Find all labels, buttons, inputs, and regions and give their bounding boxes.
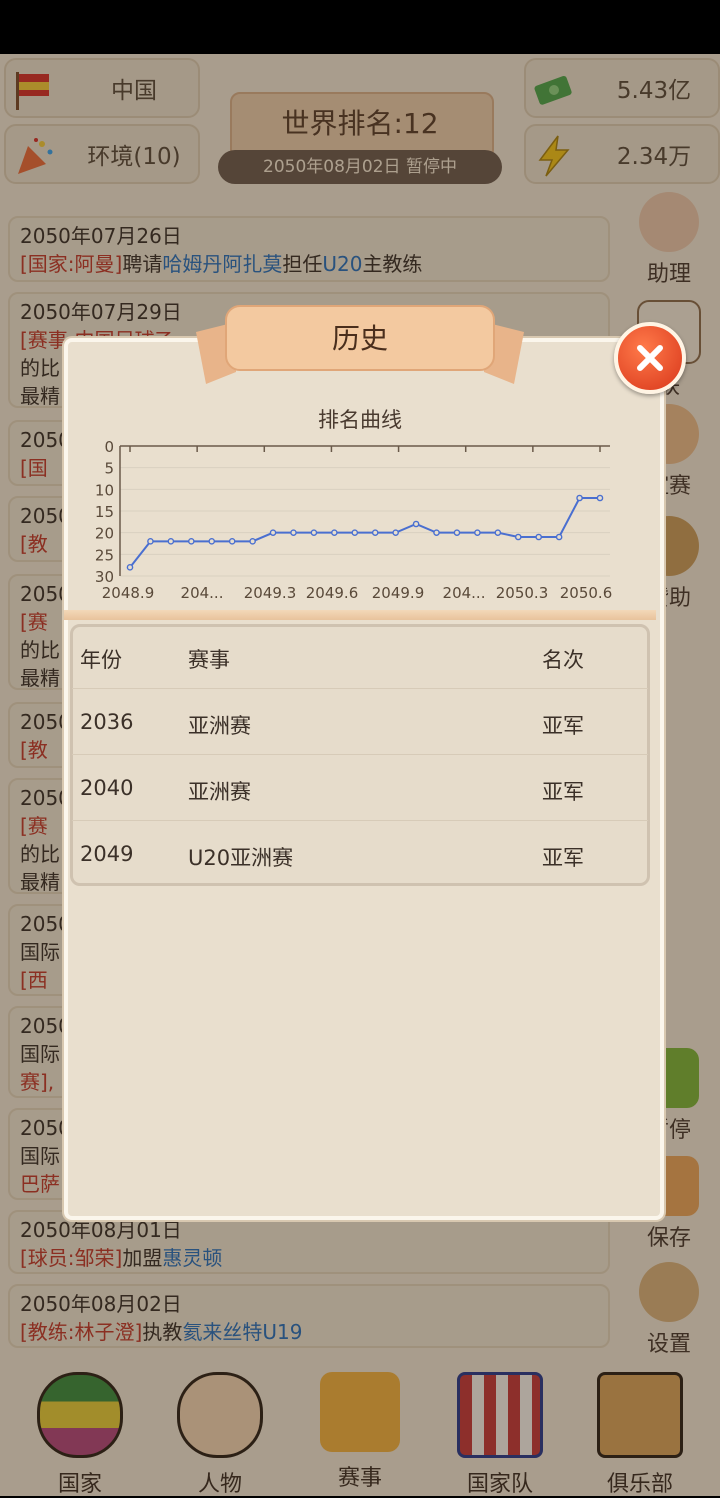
party-popper-icon bbox=[18, 138, 53, 174]
data-point bbox=[126, 564, 134, 571]
y-tick-label: 20 bbox=[95, 525, 114, 543]
y-tick-label: 0 bbox=[104, 438, 114, 456]
flag-icon bbox=[16, 72, 49, 110]
table-row-year: 2040 bbox=[80, 776, 134, 800]
row-divider bbox=[72, 754, 648, 755]
world-rank-banner: 世界排名:12 2050年08月02日 暂停中 bbox=[210, 92, 510, 188]
ranking-chart: 0510152025302048.9 204... 2049.3 2049.6 2049… bbox=[95, 438, 613, 602]
table-row-year: 2049 bbox=[80, 842, 134, 866]
chart-title: 排名曲线 bbox=[318, 408, 402, 432]
data-point bbox=[412, 520, 420, 528]
data-point bbox=[228, 538, 236, 545]
data-point bbox=[433, 529, 440, 536]
row-divider bbox=[72, 688, 648, 689]
x-tick-label: 2049.3 bbox=[244, 584, 297, 602]
header-rank: 名次 bbox=[542, 648, 584, 672]
y-tick-label: 5 bbox=[104, 460, 114, 478]
settings-button[interactable]: 设置 bbox=[626, 1262, 712, 1358]
close-modal-button[interactable] bbox=[614, 322, 686, 394]
money-value: 5.43亿 bbox=[616, 78, 692, 104]
clubhouse-icon bbox=[597, 1372, 683, 1458]
data-point bbox=[392, 529, 399, 536]
data-point bbox=[310, 529, 318, 536]
table-row-year: 2036 bbox=[80, 710, 134, 734]
jersey-icon bbox=[457, 1372, 543, 1458]
data-point bbox=[331, 529, 338, 536]
energy-value: 2.34万 bbox=[616, 144, 692, 170]
data-point bbox=[188, 538, 195, 545]
data-point bbox=[535, 533, 542, 541]
money-display[interactable]: 5.43亿 bbox=[524, 58, 720, 118]
trophy-icon bbox=[320, 1372, 400, 1452]
data-point bbox=[208, 538, 216, 545]
data-point bbox=[147, 538, 154, 545]
x-tick-label: 204... bbox=[181, 584, 224, 602]
country-label: 中国 bbox=[111, 78, 157, 104]
data-point bbox=[555, 533, 563, 541]
gear-icon bbox=[639, 1262, 699, 1322]
y-tick-label: 25 bbox=[95, 546, 114, 564]
x-tick-label: 2048.9 bbox=[102, 584, 155, 602]
data-point bbox=[494, 529, 502, 536]
news-item: 2050年08月02日 [教练:林子澄]执教氦来丝特U19 bbox=[8, 1284, 610, 1348]
money-icon bbox=[534, 75, 572, 105]
nav-people[interactable]: 人物 bbox=[160, 1372, 280, 1498]
environment-button[interactable]: 环境(10) bbox=[4, 124, 200, 184]
x-tick-label: 2049.9 bbox=[372, 584, 425, 602]
y-tick-label: 15 bbox=[95, 503, 114, 521]
modal-divider bbox=[64, 610, 656, 620]
history-title: 历史 bbox=[332, 322, 388, 355]
table-row-event: 亚洲赛 bbox=[188, 714, 251, 738]
nav-events[interactable]: 赛事 bbox=[300, 1372, 420, 1492]
history-title-ribbon: 历史 bbox=[196, 305, 524, 384]
person-icon bbox=[177, 1372, 263, 1458]
country-button[interactable]: 中国 bbox=[4, 58, 200, 118]
lightning-icon bbox=[538, 135, 570, 177]
data-point bbox=[167, 538, 175, 545]
news-item: 2050年07月26日 [国家:阿曼]聘请哈姆丹阿扎莫担任U20主教练 bbox=[8, 216, 610, 282]
nav-country[interactable]: 国家 bbox=[20, 1372, 140, 1498]
data-point bbox=[249, 538, 256, 545]
header-year: 年份 bbox=[80, 648, 122, 672]
data-point bbox=[290, 529, 297, 536]
data-point bbox=[576, 494, 583, 502]
data-point bbox=[596, 494, 604, 502]
assistant-avatar-icon bbox=[639, 192, 699, 252]
header-event: 赛事 bbox=[188, 648, 230, 672]
x-tick-label: 204... bbox=[443, 584, 486, 602]
world-rank-label: 世界排名:12 bbox=[281, 107, 439, 140]
data-point bbox=[514, 533, 522, 541]
game-date-status: 2050年08月02日 暂停中 bbox=[218, 150, 502, 184]
x-tick-label: 2050.6 bbox=[560, 584, 613, 602]
data-point bbox=[351, 529, 359, 536]
country-flag-icon bbox=[37, 1372, 123, 1458]
data-point bbox=[474, 529, 481, 536]
row-divider bbox=[72, 820, 648, 821]
table-row-event: U20亚洲赛 bbox=[188, 846, 294, 870]
table-row-rank: 亚军 bbox=[542, 714, 584, 738]
environment-label: 环境(10) bbox=[87, 144, 181, 170]
x-tick-label: 2049.6 bbox=[306, 584, 359, 602]
close-icon bbox=[637, 345, 663, 371]
table-row-rank: 亚军 bbox=[542, 780, 584, 804]
energy-display[interactable]: 2.34万 bbox=[524, 124, 720, 184]
bottom-nav: 国家 人物 赛事 国家队 俱乐部 bbox=[0, 1364, 720, 1498]
table-row-event: 亚洲赛 bbox=[188, 780, 251, 804]
nav-club[interactable]: 俱乐部 bbox=[580, 1372, 700, 1498]
assistant-button[interactable]: 助理 bbox=[626, 192, 712, 288]
nav-national-team[interactable]: 国家队 bbox=[440, 1372, 560, 1498]
data-point bbox=[371, 529, 379, 536]
data-point bbox=[453, 529, 461, 536]
data-point bbox=[269, 529, 277, 536]
y-tick-label: 10 bbox=[95, 481, 114, 499]
x-tick-label: 2050.3 bbox=[496, 584, 549, 602]
table-row-rank: 亚军 bbox=[542, 846, 584, 870]
